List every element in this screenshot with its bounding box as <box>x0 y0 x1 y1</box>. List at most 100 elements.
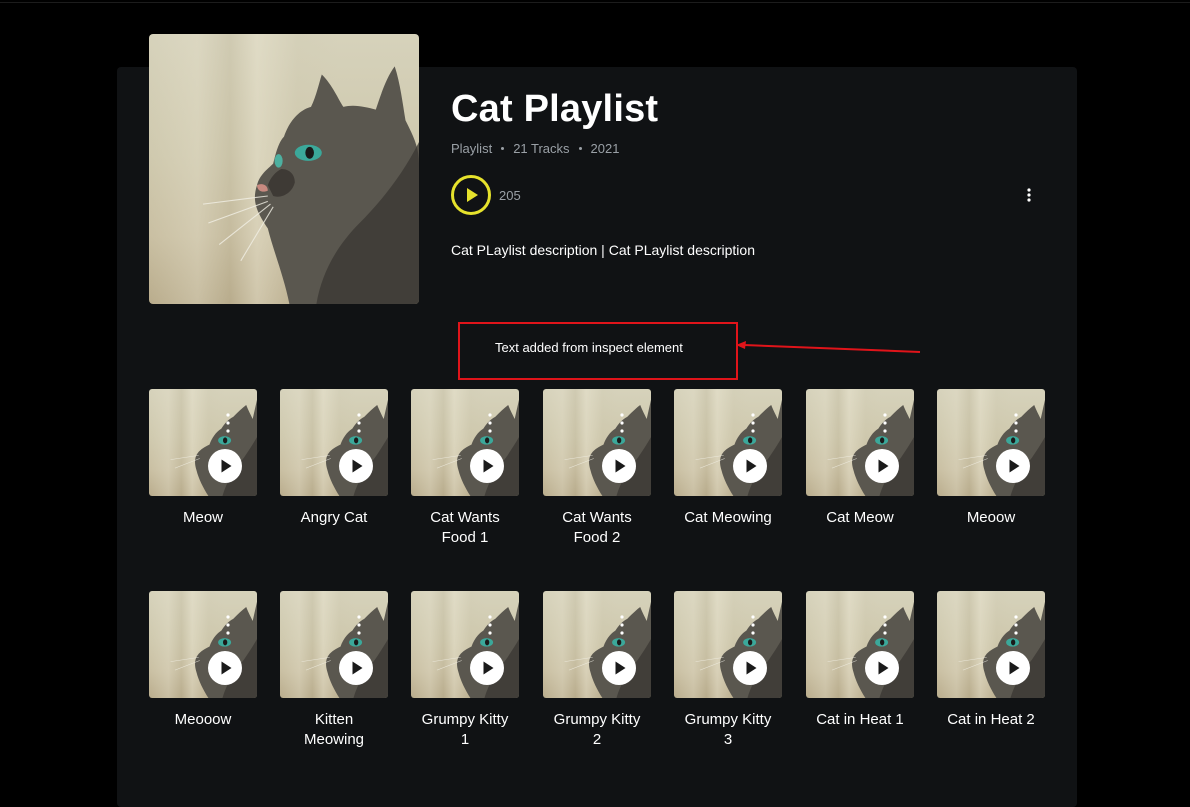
play-track-button[interactable] <box>470 651 504 685</box>
track-tile[interactable]: Grumpy Kitty 3 <box>674 591 782 750</box>
more-vertical-icon[interactable] <box>618 613 626 637</box>
track-tile[interactable]: Grumpy Kitty 1 <box>411 591 519 750</box>
playlist-year: 2021 <box>590 141 620 156</box>
play-track-button[interactable] <box>996 449 1030 483</box>
track-tile[interactable]: Cat Meow <box>806 389 914 528</box>
play-track-button[interactable] <box>865 449 899 483</box>
play-track-button[interactable] <box>339 651 373 685</box>
track-name: Grumpy Kitty 3 <box>684 711 772 748</box>
play-icon <box>352 661 363 675</box>
playlist-description: Cat PLaylist description | Cat PLaylist … <box>451 242 755 258</box>
more-vertical-icon[interactable] <box>1012 411 1020 435</box>
track-thumbnail <box>280 591 388 698</box>
like-count: 205 <box>499 188 521 203</box>
track-tile[interactable]: Meooow <box>149 591 257 730</box>
track-thumbnail <box>411 389 519 496</box>
track-name: Grumpy Kitty 2 <box>553 711 641 748</box>
track-thumbnail <box>543 591 651 698</box>
play-track-button[interactable] <box>470 449 504 483</box>
separator-dot <box>578 147 582 150</box>
more-vertical-icon[interactable] <box>486 613 494 637</box>
annotation-arrow <box>736 341 921 353</box>
more-vertical-icon[interactable] <box>749 613 757 637</box>
play-track-button[interactable] <box>339 449 373 483</box>
track-thumbnail <box>674 389 782 496</box>
more-vertical-icon[interactable] <box>224 613 232 637</box>
track-name: Grumpy Kitty 1 <box>421 711 509 748</box>
track-tile[interactable]: Cat in Heat 1 <box>806 591 914 730</box>
track-thumbnail <box>149 591 257 698</box>
track-thumbnail <box>937 389 1045 496</box>
play-icon <box>878 661 889 675</box>
track-thumbnail <box>411 591 519 698</box>
track-tile[interactable]: Angry Cat <box>280 389 388 528</box>
track-name: Cat Meow <box>826 509 894 526</box>
play-icon <box>878 459 889 473</box>
play-icon <box>483 459 494 473</box>
play-icon <box>615 661 626 675</box>
track-tile[interactable]: Cat Wants Food 2 <box>543 389 651 548</box>
play-icon <box>221 459 232 473</box>
play-icon <box>1009 661 1020 675</box>
play-track-button[interactable] <box>208 651 242 685</box>
track-thumbnail <box>806 389 914 496</box>
top-border <box>0 2 1190 3</box>
more-vertical-icon[interactable] <box>355 411 363 435</box>
more-vertical-icon[interactable] <box>486 411 494 435</box>
track-name: Meow <box>182 509 223 526</box>
play-icon <box>746 459 757 473</box>
track-name: Kitten Meowing <box>303 711 365 748</box>
track-thumbnail <box>543 389 651 496</box>
separator-dot <box>501 147 505 150</box>
track-tile[interactable]: Grumpy Kitty 2 <box>543 591 651 750</box>
more-options-button[interactable] <box>1021 184 1037 204</box>
playlist-type: Playlist <box>451 141 493 156</box>
play-playlist-button[interactable] <box>451 175 491 215</box>
play-track-button[interactable] <box>996 651 1030 685</box>
track-tile[interactable]: Meoow <box>937 389 1045 528</box>
more-vertical-icon[interactable] <box>881 411 889 435</box>
track-tile[interactable]: Cat Meowing <box>674 389 782 528</box>
track-thumbnail <box>806 591 914 698</box>
play-track-button[interactable] <box>602 449 636 483</box>
play-icon <box>1009 459 1020 473</box>
playlist-meta: Playlist 21 Tracks 2021 <box>451 141 619 156</box>
play-track-button[interactable] <box>733 449 767 483</box>
play-track-button[interactable] <box>865 651 899 685</box>
play-track-button[interactable] <box>208 449 242 483</box>
track-name: Cat Wants Food 1 <box>430 509 500 546</box>
more-vertical-icon[interactable] <box>618 411 626 435</box>
play-icon <box>483 661 494 675</box>
track-tile[interactable]: Cat in Heat 2 <box>937 591 1045 730</box>
more-vertical-icon[interactable] <box>224 411 232 435</box>
play-icon <box>352 459 363 473</box>
playlist-track-count: 21 Tracks <box>513 141 570 156</box>
track-tile[interactable]: Kitten Meowing <box>280 591 388 750</box>
play-icon <box>467 188 478 202</box>
track-name: Cat Wants Food 2 <box>562 509 632 546</box>
play-track-button[interactable] <box>733 651 767 685</box>
track-thumbnail <box>937 591 1045 698</box>
track-name: Meooow <box>174 711 232 728</box>
track-thumbnail <box>149 389 257 496</box>
track-name: Cat in Heat 1 <box>816 711 904 728</box>
play-icon <box>746 661 757 675</box>
track-tile[interactable]: Cat Wants Food 1 <box>411 389 519 548</box>
cat-photo <box>202 34 419 304</box>
track-name: Angry Cat <box>300 509 368 526</box>
more-vertical-icon[interactable] <box>881 613 889 637</box>
injected-text: Text added from inspect element <box>495 340 683 355</box>
playlist-title: Cat Playlist <box>451 88 659 130</box>
more-vertical-icon[interactable] <box>1012 613 1020 637</box>
play-icon <box>615 459 626 473</box>
track-tile[interactable]: Meow <box>149 389 257 528</box>
play-track-button[interactable] <box>602 651 636 685</box>
play-icon <box>221 661 232 675</box>
more-vertical-icon[interactable] <box>749 411 757 435</box>
more-vertical-icon <box>1027 188 1031 202</box>
more-vertical-icon[interactable] <box>355 613 363 637</box>
track-thumbnail <box>674 591 782 698</box>
playlist-cover-image <box>149 34 419 304</box>
track-name: Cat in Heat 2 <box>947 711 1035 728</box>
track-name: Cat Meowing <box>684 509 772 526</box>
